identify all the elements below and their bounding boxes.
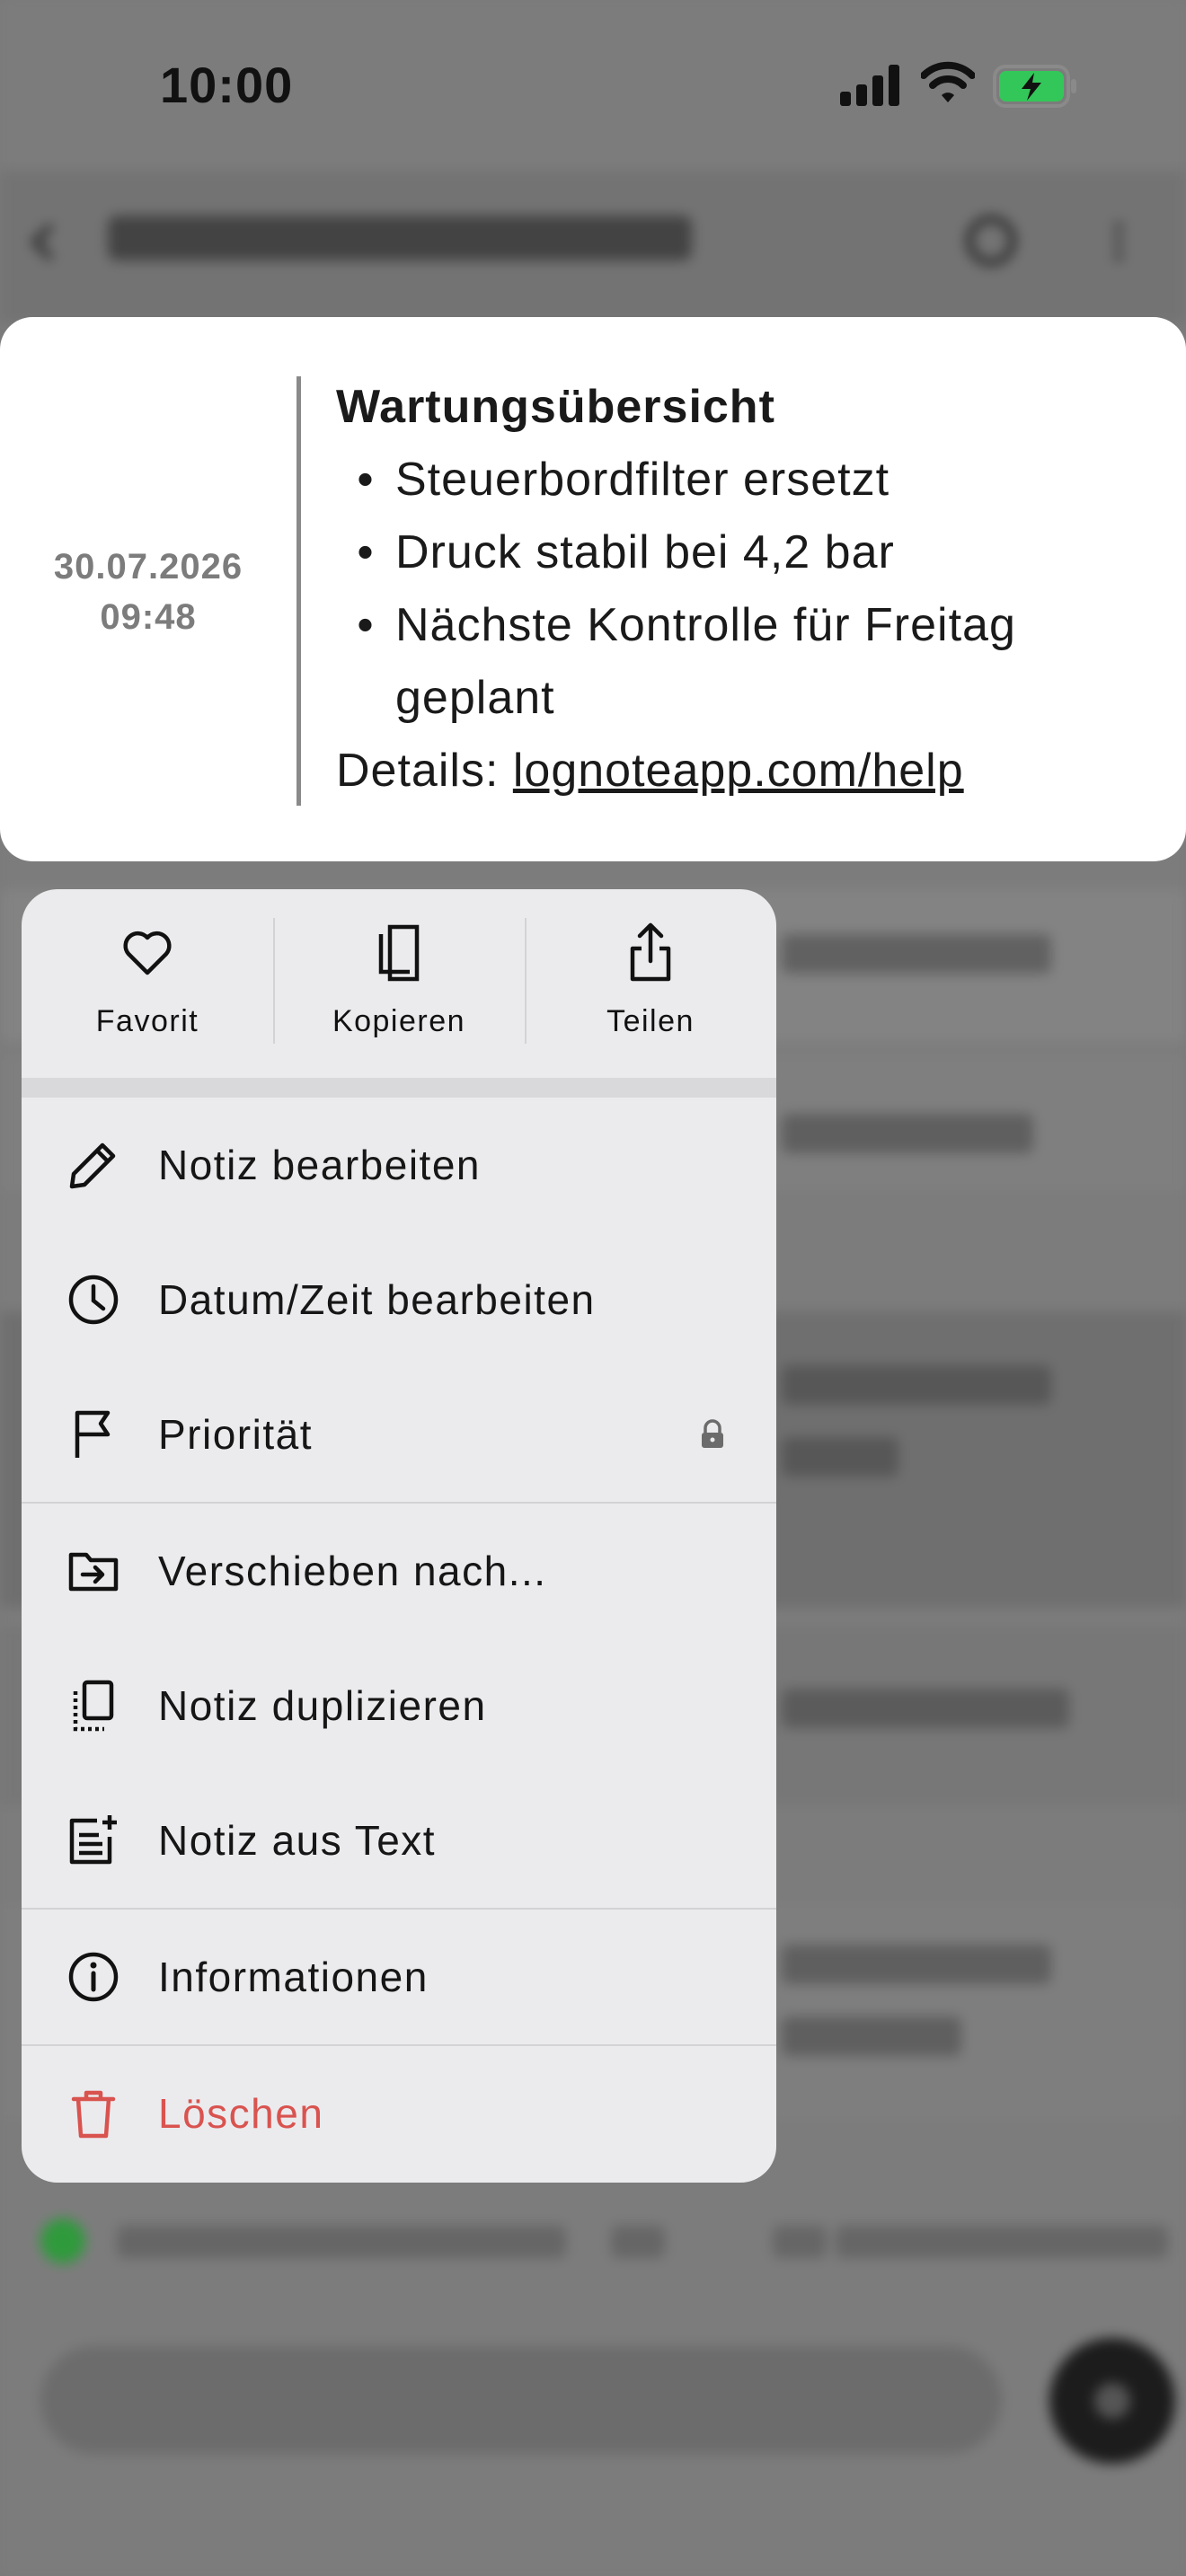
information-item[interactable]: Informationen <box>22 1910 776 2044</box>
bullet-icon: • <box>357 526 375 578</box>
favorite-button[interactable]: Favorit <box>22 889 273 1078</box>
copy-icon <box>378 924 420 982</box>
context-menu: Favorit Kopieren Teilen Notiz bearbeiten <box>22 889 776 2183</box>
status-dot <box>40 2219 85 2263</box>
battery-charging-icon <box>993 65 1076 108</box>
note-from-text-item[interactable]: Notiz aus Text <box>22 1773 776 1908</box>
background-title <box>108 216 692 260</box>
share-icon <box>630 922 671 982</box>
bullet-icon: • <box>357 454 375 506</box>
background-entry-text <box>782 1114 1033 1153</box>
folder-move-icon <box>68 1552 119 1592</box>
edit-note-item[interactable]: Notiz bearbeiten <box>22 1098 776 1232</box>
wifi-icon <box>921 61 975 102</box>
clock-icon <box>68 1275 119 1325</box>
background-tag <box>611 2226 665 2258</box>
note-heading: Wartungsübersicht <box>336 381 775 433</box>
lock-icon <box>702 1419 723 1448</box>
menu-section-separator <box>22 1078 776 1098</box>
note-bullet: • Nächste Kontrolle für Freitag geplant <box>336 589 1145 735</box>
share-button[interactable]: Teilen <box>525 889 776 1078</box>
add-icon <box>1094 2383 1130 2419</box>
trash-icon <box>71 2090 116 2139</box>
note-date: 30.07.2026 <box>53 547 243 587</box>
edit-datetime-label: Datum/Zeit bearbeiten <box>158 1276 596 1323</box>
info-icon <box>68 1952 119 2002</box>
share-label: Teilen <box>606 1004 695 1038</box>
duplicate-icon <box>73 1680 114 1732</box>
note-details: Details: lognoteapp.com/help <box>336 735 1145 807</box>
background-input <box>40 2346 1002 2454</box>
status-time: 10:00 <box>160 57 294 113</box>
background-entry-text <box>782 2016 961 2056</box>
note-time: 09:48 <box>100 597 197 637</box>
favorite-label: Favorit <box>95 1004 199 1038</box>
note-timestamp: 30.07.2026 09:48 <box>27 542 270 642</box>
delete-item[interactable]: Löschen <box>22 2046 776 2181</box>
quick-actions: Favorit Kopieren Teilen <box>22 889 776 1078</box>
note-bullet: • Druck stabil bei 4,2 bar <box>336 516 1145 589</box>
background-entry-text <box>782 1945 1051 1984</box>
details-label: Details: <box>336 745 513 797</box>
signal-icon <box>840 65 899 106</box>
edit-note-label: Notiz bearbeiten <box>158 1142 481 1188</box>
note-preview-card: 30.07.2026 09:48 Wartungsübersicht • Ste… <box>0 317 1186 861</box>
priority-label: Priorität <box>158 1411 313 1458</box>
note-bullet-text: Steuerbordfilter ersetzt <box>395 454 890 506</box>
background-entry-text <box>782 1689 1069 1728</box>
move-to-item[interactable]: Verschieben nach... <box>22 1504 776 1638</box>
delete-label: Löschen <box>158 2090 324 2137</box>
details-link[interactable]: lognoteapp.com/help <box>513 745 964 797</box>
edit-datetime-item[interactable]: Datum/Zeit bearbeiten <box>22 1232 776 1367</box>
move-to-label: Verschieben nach... <box>158 1548 547 1594</box>
more-vertical-icon <box>1114 220 1123 265</box>
copy-label: Kopieren <box>332 1004 466 1038</box>
bullet-icon: • <box>357 599 375 651</box>
note-bullet-text: Druck stabil bei 4,2 bar <box>395 526 895 578</box>
heart-icon <box>123 931 172 975</box>
note-body: Wartungsübersicht • Steuerbordfilter ers… <box>336 371 1145 807</box>
note-add-icon <box>69 1815 117 1865</box>
copy-button[interactable]: Kopieren <box>273 889 525 1078</box>
duplicate-label: Notiz duplizieren <box>158 1682 487 1729</box>
note-divider <box>296 376 301 806</box>
background-tag <box>773 2226 827 2258</box>
duplicate-item[interactable]: Notiz duplizieren <box>22 1638 776 1773</box>
flag-icon <box>75 1410 111 1458</box>
information-label: Informationen <box>158 1954 429 2000</box>
background-entry-text <box>782 1365 1051 1405</box>
search-icon <box>966 216 1016 266</box>
note-bullet: • Steuerbordfilter ersetzt <box>336 444 1145 516</box>
note-from-text-label: Notiz aus Text <box>158 1817 437 1864</box>
background-tag <box>836 2226 1168 2258</box>
priority-item[interactable]: Priorität <box>22 1367 776 1502</box>
note-bullet-text: Nächste Kontrolle für Freitag geplant <box>395 599 1016 724</box>
status-bar: 10:00 <box>0 0 1186 171</box>
background-entry-text <box>782 1437 898 1477</box>
background-tag <box>117 2226 566 2258</box>
pencil-icon <box>69 1142 116 1189</box>
background-entry-text <box>782 934 1051 974</box>
